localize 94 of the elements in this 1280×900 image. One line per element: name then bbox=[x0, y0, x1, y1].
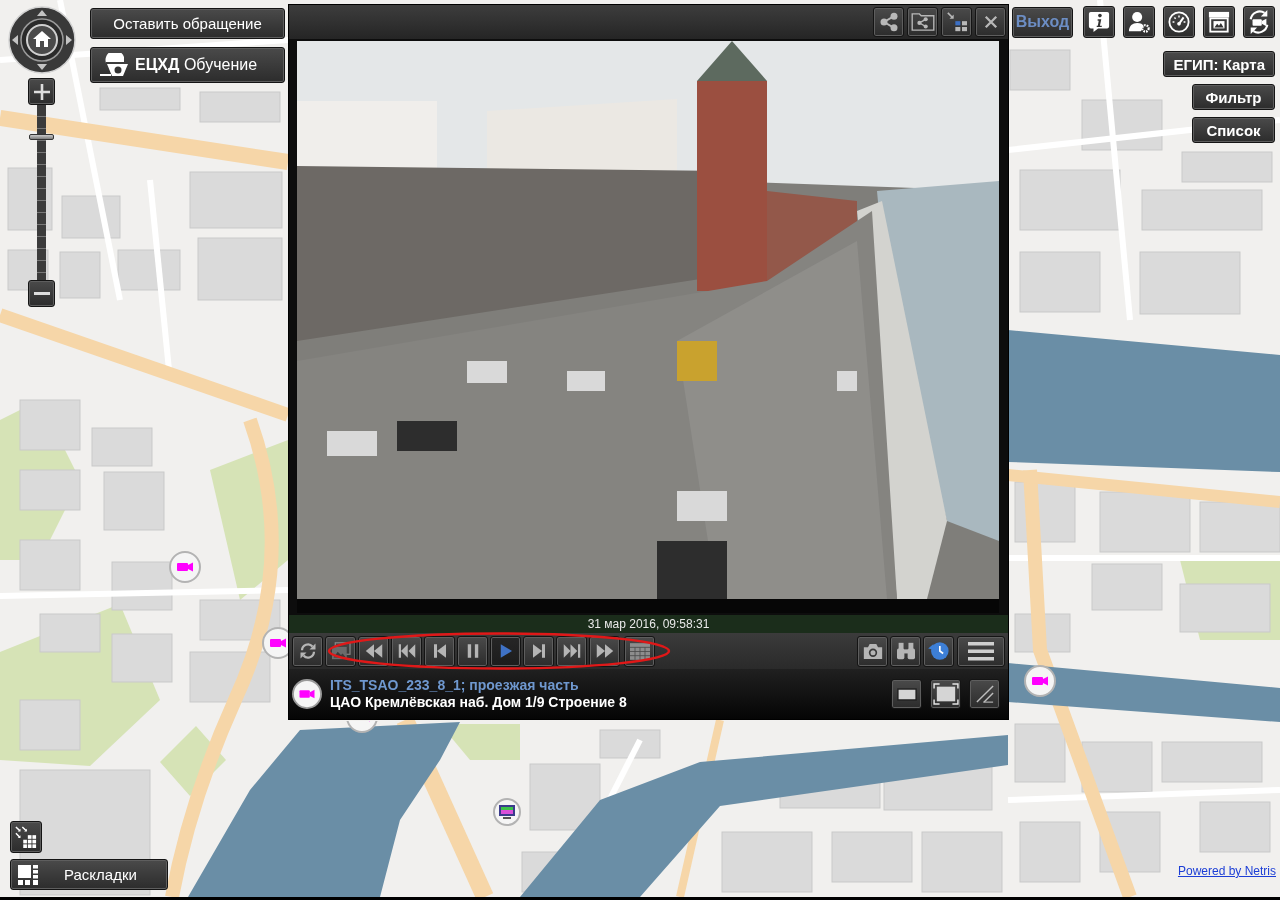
close-button[interactable] bbox=[975, 7, 1006, 37]
park-area bbox=[160, 726, 226, 796]
binoculars-button[interactable] bbox=[890, 635, 921, 667]
skip-back-icon bbox=[397, 642, 416, 660]
map-mode-button[interactable]: ЕГИП: Карта bbox=[1163, 51, 1275, 77]
camera-marker-icon[interactable] bbox=[1024, 665, 1056, 697]
step-back-button[interactable] bbox=[424, 635, 455, 667]
camera-switch-button[interactable] bbox=[1243, 6, 1275, 38]
building bbox=[1199, 801, 1271, 853]
building bbox=[39, 613, 101, 653]
zoom-slider-thumb[interactable] bbox=[29, 133, 54, 140]
refresh-icon bbox=[298, 642, 317, 660]
photos-icon bbox=[330, 642, 351, 660]
camera-marker-icon[interactable] bbox=[262, 627, 288, 659]
building bbox=[1019, 821, 1081, 883]
camera-marker-icon bbox=[292, 679, 322, 709]
fullscreen-icon bbox=[932, 683, 959, 705]
building bbox=[61, 195, 121, 239]
resize-corner-icon bbox=[975, 685, 994, 703]
pan-up-icon[interactable] bbox=[37, 10, 47, 16]
share-icon bbox=[878, 12, 899, 32]
plus-icon bbox=[33, 83, 50, 100]
close-icon bbox=[983, 15, 998, 29]
playback-timestamp: 31 мар 2016, 09:58:31 bbox=[289, 615, 1008, 633]
building bbox=[19, 699, 81, 751]
home-icon[interactable] bbox=[26, 24, 58, 56]
training-button[interactable]: ЕЦХД Обучение bbox=[90, 47, 285, 83]
building bbox=[1091, 563, 1163, 611]
binoculars-icon bbox=[895, 642, 916, 660]
pan-left-icon[interactable] bbox=[12, 35, 18, 45]
skip-forward-icon bbox=[562, 642, 581, 660]
minus-icon bbox=[33, 292, 50, 295]
collapse-layout-button[interactable] bbox=[10, 821, 42, 853]
camera-marker-icon[interactable] bbox=[346, 721, 378, 734]
fast-forward-icon bbox=[595, 642, 614, 660]
zoom-in-button[interactable] bbox=[28, 78, 55, 105]
building bbox=[59, 251, 101, 299]
window-size-button[interactable] bbox=[891, 679, 922, 709]
dome-camera-icon bbox=[99, 53, 129, 77]
layouts-button[interactable]: Раскладки bbox=[10, 859, 168, 890]
refresh-button[interactable] bbox=[292, 635, 323, 667]
building bbox=[111, 633, 173, 683]
info-icon bbox=[1088, 11, 1110, 33]
building bbox=[103, 471, 165, 531]
arrow-grid-icon bbox=[946, 12, 967, 32]
camera-address: ЦАО Кремлёвская наб. Дом 1/9 Строение 8 bbox=[330, 694, 627, 711]
building bbox=[91, 427, 153, 467]
camera-rotate-icon bbox=[1247, 10, 1271, 34]
user-settings-button[interactable] bbox=[1123, 6, 1155, 38]
menu-icon bbox=[968, 641, 994, 661]
pan-right-icon[interactable] bbox=[66, 35, 72, 45]
building bbox=[19, 539, 81, 591]
speedometer-icon bbox=[1168, 11, 1190, 33]
building bbox=[7, 167, 53, 231]
fullscreen-button[interactable] bbox=[930, 679, 961, 709]
filter-button[interactable]: Фильтр bbox=[1192, 84, 1275, 110]
building bbox=[117, 249, 181, 291]
history-button[interactable] bbox=[923, 635, 954, 667]
pause-button[interactable] bbox=[457, 635, 488, 667]
list-button[interactable]: Список bbox=[1192, 117, 1275, 143]
zoom-out-button[interactable] bbox=[28, 280, 55, 307]
building bbox=[1014, 723, 1066, 783]
powered-by-link[interactable]: Powered by Netris bbox=[1177, 862, 1276, 880]
skip-forward-button[interactable] bbox=[556, 635, 587, 667]
picture-box-icon bbox=[1208, 11, 1230, 33]
calendar-icon bbox=[629, 642, 650, 660]
building bbox=[529, 763, 601, 831]
camera-icon bbox=[862, 642, 883, 660]
camera-marker-icon[interactable] bbox=[169, 551, 201, 583]
info-button[interactable] bbox=[1083, 6, 1115, 38]
pan-down-icon[interactable] bbox=[37, 64, 47, 70]
menu-button[interactable] bbox=[957, 635, 1005, 667]
camera-name: ITS_TSAO_233_8_1; проезжая часть bbox=[330, 677, 580, 694]
snapshot-button[interactable] bbox=[857, 635, 888, 667]
dashboard-button[interactable] bbox=[1163, 6, 1195, 38]
resize-button[interactable] bbox=[969, 679, 1000, 709]
building bbox=[599, 729, 661, 759]
building bbox=[1009, 49, 1071, 91]
building bbox=[19, 399, 81, 451]
building bbox=[19, 469, 81, 511]
share-folder-button[interactable] bbox=[907, 7, 938, 37]
user-gear-icon bbox=[1128, 11, 1150, 33]
pan-control[interactable] bbox=[8, 6, 76, 74]
layout-button[interactable] bbox=[941, 7, 972, 37]
grid-layout-icon bbox=[18, 864, 38, 885]
share-folder-icon bbox=[910, 13, 935, 31]
arrows-grid-icon bbox=[15, 826, 37, 848]
play-button[interactable] bbox=[490, 635, 521, 667]
appeal-button[interactable]: Оставить обращение bbox=[90, 8, 285, 39]
share-button[interactable] bbox=[873, 7, 904, 37]
step-forward-button[interactable] bbox=[523, 635, 554, 667]
rectangle-icon bbox=[896, 687, 917, 701]
archive-button[interactable] bbox=[1203, 6, 1235, 38]
rewind-icon bbox=[364, 642, 383, 660]
